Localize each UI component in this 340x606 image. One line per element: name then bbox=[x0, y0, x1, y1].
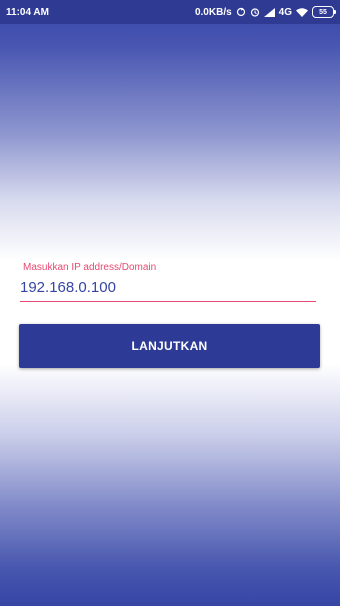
wifi-icon bbox=[296, 7, 308, 17]
sync-icon bbox=[236, 7, 246, 17]
battery-level: 55 bbox=[319, 8, 327, 16]
status-bar: 11:04 AM 0.0KB/s 4G 55 bbox=[0, 0, 340, 24]
address-form: Masukkan IP address/Domain bbox=[20, 262, 320, 302]
address-input[interactable] bbox=[20, 279, 316, 302]
signal-type: 4G bbox=[278, 6, 292, 18]
status-indicators: 0.0KB/s 4G 55 bbox=[194, 6, 336, 18]
continue-button[interactable]: LANJUTKAN bbox=[19, 324, 320, 368]
battery-icon: 55 bbox=[312, 6, 336, 18]
status-time: 11:04 AM bbox=[6, 6, 49, 18]
address-field-label: Masukkan IP address/Domain bbox=[23, 262, 157, 273]
signal-icon bbox=[263, 7, 275, 17]
alarm-icon bbox=[250, 7, 260, 17]
network-speed: 0.0KB/s bbox=[194, 6, 232, 18]
